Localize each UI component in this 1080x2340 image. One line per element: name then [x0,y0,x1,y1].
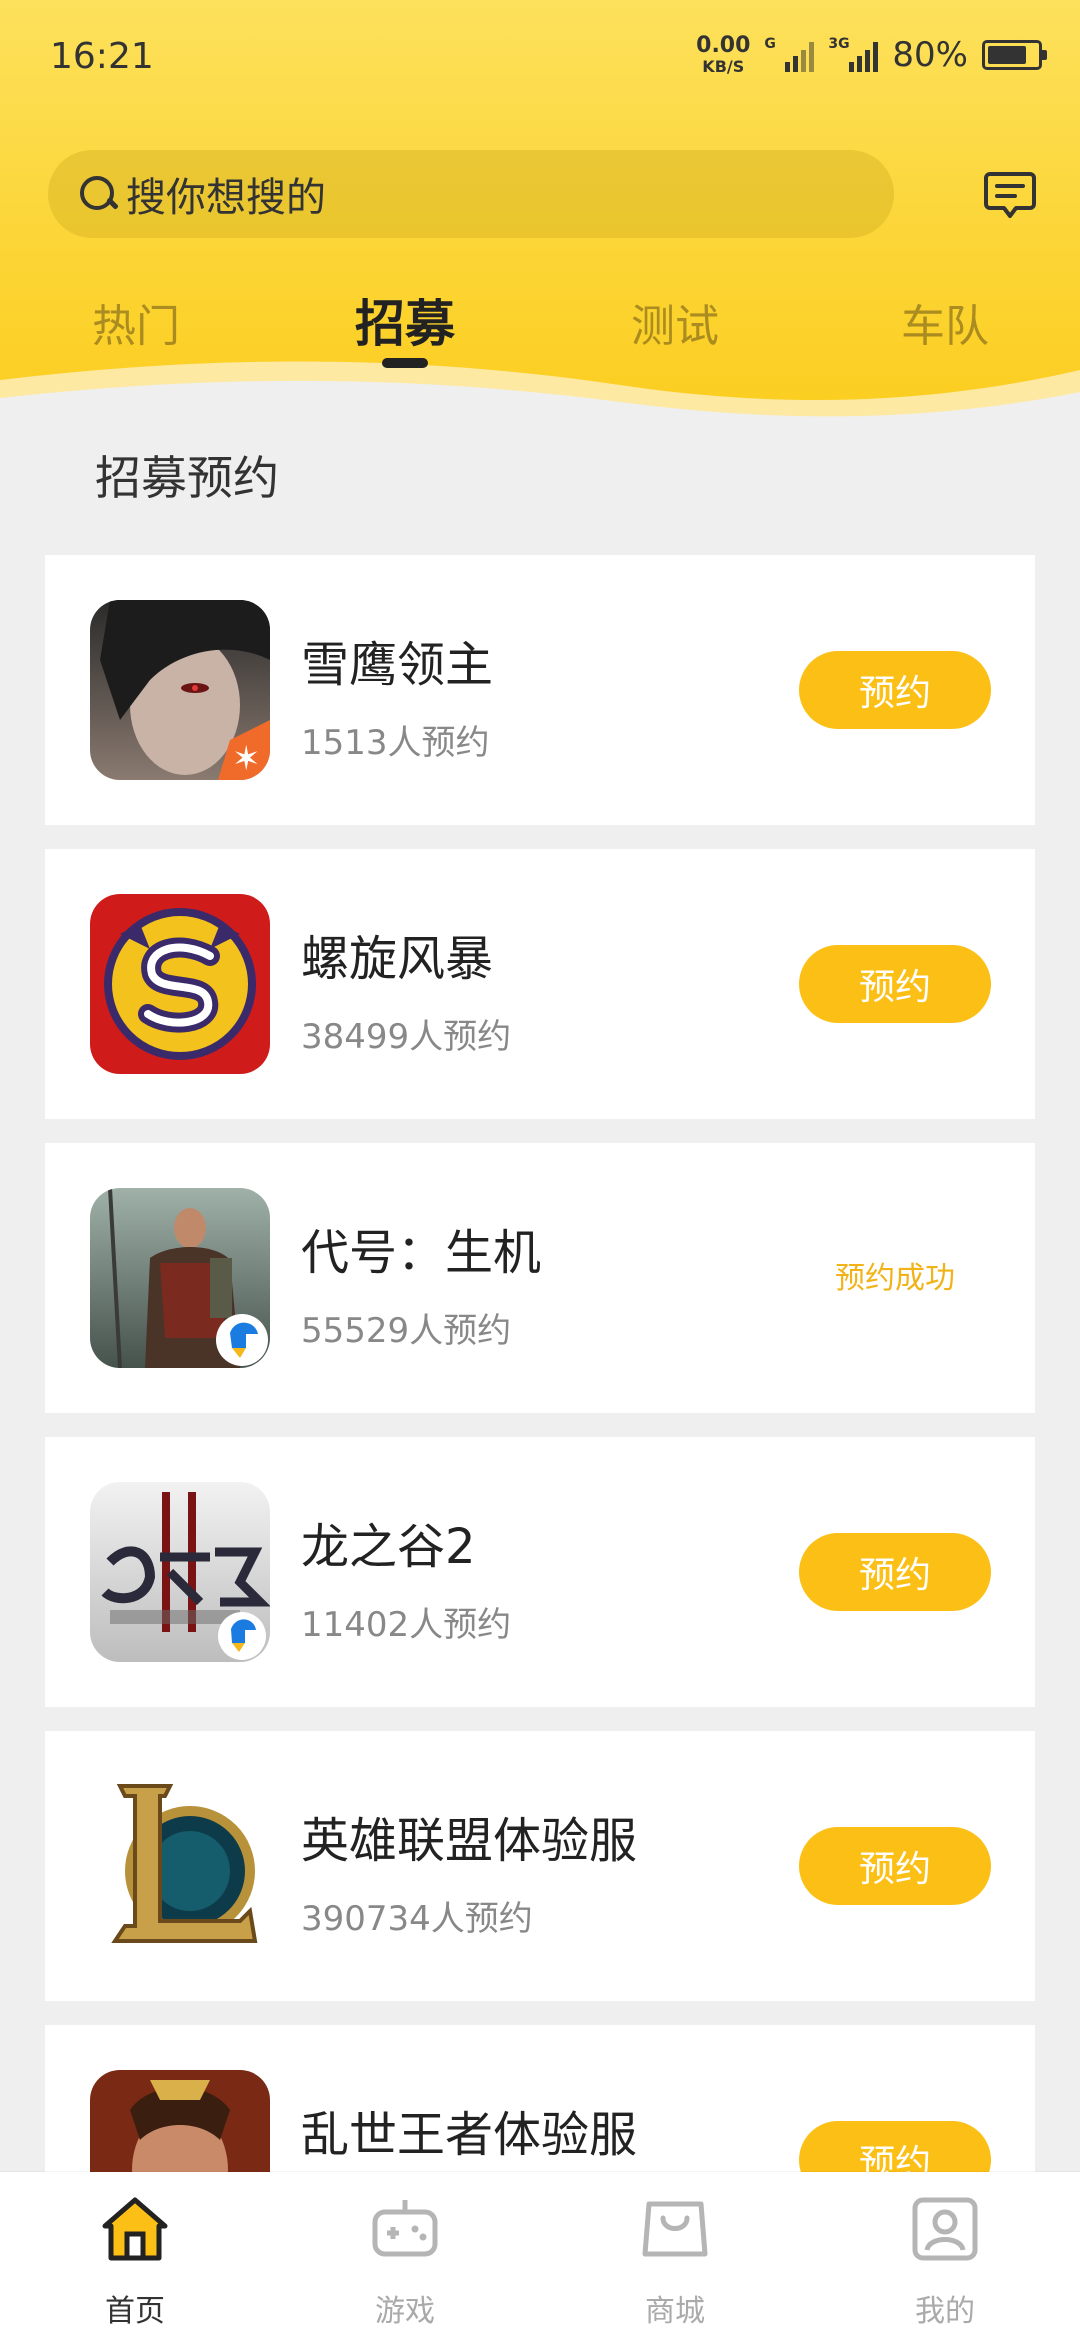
game-title: 乱世王者体验服 [301,2107,638,2163]
nav-label: 我的 [915,2294,975,2329]
game-title: 螺旋风暴 [301,931,494,987]
game-title: 龙之谷2 [301,1519,476,1575]
shopping-bag-icon [642,2201,708,2257]
tab-hot[interactable]: 热门 [46,290,226,354]
tab-recruit[interactable]: 招募 [315,284,495,356]
signal-3g-icon: 3G [828,36,879,72]
nav-profile[interactable]: 我的 [845,2172,1045,2340]
game-card-lol[interactable]: 英雄联盟体验服 390734人预约 预约 [45,1731,1035,2001]
reservation-count: 390734人预约 [301,1899,533,1939]
game-card-longzhigu[interactable]: 龙之谷2 11402人预约 预约 [45,1437,1035,1707]
home-icon [102,2197,168,2261]
game-card-luoxuan[interactable]: 螺旋风暴 38499人预约 预约 [45,849,1035,1119]
game-icon-xueying: ✶ [90,600,270,780]
reserve-button[interactable]: 预约 [799,1533,991,1611]
game-title: 英雄联盟体验服 [301,1813,638,1869]
game-card-xueying[interactable]: ✶ 雪鹰领主 1513人预约 预约 [45,555,1035,825]
signal-type-label: G [764,36,776,52]
tab-test[interactable]: 测试 [585,290,765,354]
reserve-button[interactable]: 预约 [799,945,991,1023]
signal-icon: G [764,36,815,72]
message-icon[interactable] [982,168,1038,222]
svg-text:✶: ✶ [232,739,261,779]
tab-team[interactable]: 车队 [855,290,1035,354]
gamepad-icon [372,2200,438,2257]
search-bar[interactable]: 搜你想搜的 [48,150,894,238]
network-speed-value: 0.00 [696,33,751,58]
network-speed: 0.00 KB/S [696,35,750,75]
search-icon [78,174,118,214]
game-title: 代号：生机 [301,1225,542,1281]
profile-icon [912,2197,978,2261]
section-title: 招募预约 [95,451,279,505]
reservation-count: 38499人预约 [301,1017,512,1057]
nav-label: 游戏 [375,2294,435,2329]
search-placeholder: 搜你想搜的 [126,175,326,221]
header: 16:21 0.00 KB/S G 3G 80% 搜你想搜的 热门 招募 测试 … [0,0,1080,460]
signal-type-label: 3G [828,36,850,52]
status-time: 16:21 [50,36,154,77]
game-icon-lol [90,1776,270,1956]
bottom-nav: 首页 游戏 商城 我的 [0,2172,1080,2340]
reservation-count: 11402人预约 [301,1605,512,1645]
nav-games[interactable]: 游戏 [305,2172,505,2340]
category-tabs: 热门 招募 测试 车队 [0,290,1080,380]
nav-shop[interactable]: 商城 [575,2172,775,2340]
game-icon-shengji [90,1188,270,1368]
game-title: 雪鹰领主 [301,637,494,693]
network-speed-unit: KB/S [702,57,745,76]
reservation-count: 55529人预约 [301,1311,512,1351]
reserve-button[interactable]: 预约 [799,1827,991,1905]
reserve-button[interactable]: 预约 [799,651,991,729]
battery-icon [982,40,1047,70]
reserved-status: 预约成功 [835,1261,955,1296]
battery-percent: 80% [892,35,968,75]
game-card-shengji[interactable]: 代号：生机 55529人预约 预约成功 [45,1143,1035,1413]
game-icon-luoxuan [90,894,270,1074]
nav-label: 首页 [105,2294,165,2329]
status-bar: 16:21 0.00 KB/S G 3G 80% [0,0,1080,110]
nav-label: 商城 [645,2294,705,2329]
status-indicators: 0.00 KB/S G 3G 80% [696,30,1047,80]
reservation-count: 1513人预约 [301,723,490,763]
tab-active-indicator [382,358,428,368]
nav-home[interactable]: 首页 [35,2172,235,2340]
game-icon-longzhigu [90,1482,270,1662]
